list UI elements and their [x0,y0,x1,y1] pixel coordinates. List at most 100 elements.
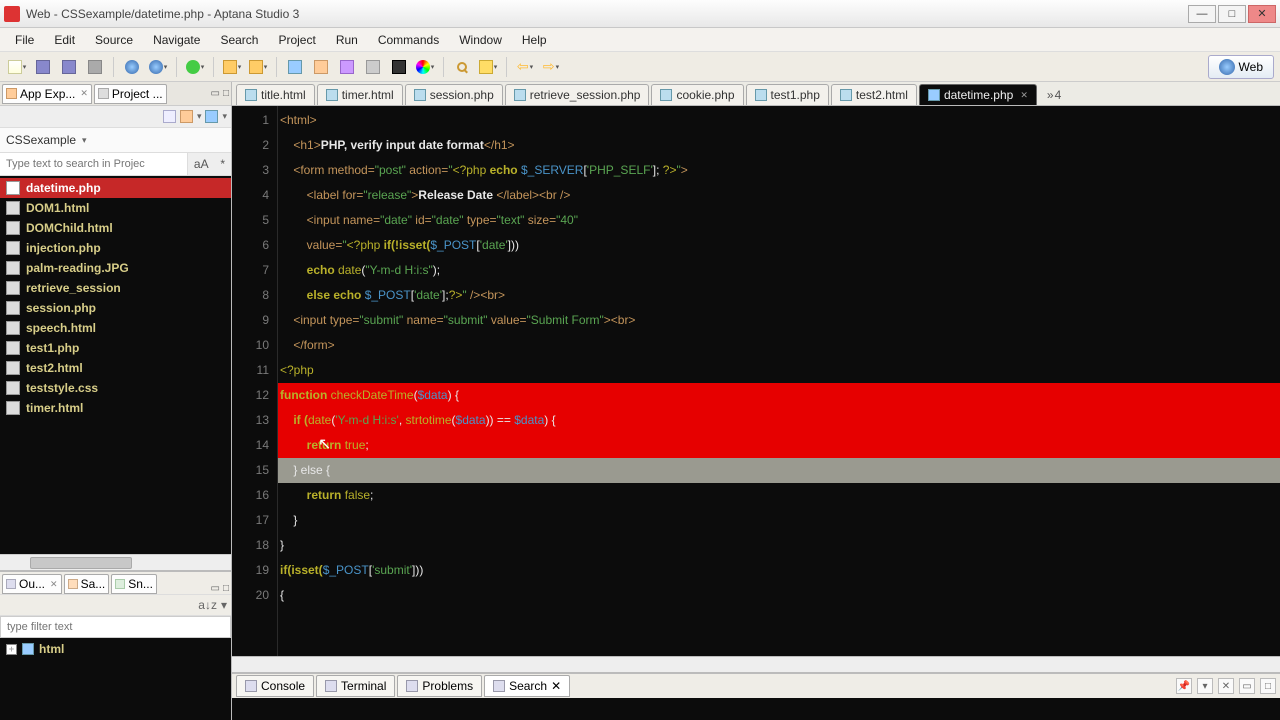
file-item[interactable]: injection.php [0,238,231,258]
file-item[interactable]: speech.html [0,318,231,338]
filter-icon[interactable] [180,110,193,123]
browser-button[interactable] [121,56,143,78]
editor-tab[interactable]: timer.html [317,84,403,105]
maximize-view-icon[interactable]: □ [223,583,229,594]
print-button[interactable] [84,56,106,78]
mark-button[interactable] [477,56,499,78]
samples-tab[interactable]: Sa... [64,574,110,594]
layout-1-button[interactable] [284,56,306,78]
view-menu-icon[interactable]: ▾ [222,111,227,122]
menu-project[interactable]: Project [269,30,324,50]
min-icon[interactable]: ▭ [1239,678,1255,694]
app-explorer-tab[interactable]: App Exp... ✕ [2,84,92,104]
collapse-icon[interactable] [163,110,176,123]
file-item[interactable]: test1.php [0,338,231,358]
editor-tab[interactable]: test1.php [746,84,829,105]
file-item-datetime[interactable]: datetime.php [0,178,231,198]
file-item[interactable]: palm-reading.JPG [0,258,231,278]
file-item[interactable]: DOM1.html [0,198,231,218]
browser-refresh-button[interactable] [147,56,169,78]
menu-edit[interactable]: Edit [45,30,84,50]
chevron-down-icon[interactable]: ▾ [197,111,202,122]
nav-back-button[interactable]: ⇦ [514,56,536,78]
console-tab[interactable]: Console [236,675,314,697]
editor-tabs-overflow[interactable]: »4 [1043,85,1065,105]
file-item[interactable]: test2.html [0,358,231,378]
editor-tab[interactable]: test2.html [831,84,917,105]
menu-run[interactable]: Run [327,30,367,50]
color-button[interactable] [414,56,436,78]
maximize-button[interactable]: □ [1218,5,1246,23]
menu-commands[interactable]: Commands [369,30,448,50]
editor-tab[interactable]: cookie.php [651,84,743,105]
file-tree[interactable]: datetime.php DOM1.html DOMChild.html inj… [0,176,231,554]
minimize-view-icon[interactable]: ▭ [211,583,220,594]
image-file-icon [6,261,20,275]
maximize-view-icon[interactable]: □ [223,88,229,99]
regex-toggle[interactable]: * [220,157,225,171]
run-button[interactable] [184,56,206,78]
nav-fwd-button[interactable]: ⇨ [540,56,562,78]
menu-help[interactable]: Help [513,30,556,50]
code-editor[interactable]: 1234567891011121314151617181920 <html> <… [232,106,1280,656]
minimize-view-icon[interactable]: ▭ [211,88,220,99]
problems-tab[interactable]: Problems [397,675,482,697]
explorer-search-input[interactable] [0,153,187,175]
outline-node-html[interactable]: + html [6,642,225,656]
terminal-tab[interactable]: Terminal [316,675,395,697]
file-item[interactable]: DOMChild.html [0,218,231,238]
project-explorer-tab[interactable]: Project ... [94,84,167,104]
history-icon[interactable]: ▾ [1197,678,1213,694]
case-sensitive-toggle[interactable]: aA [194,157,209,171]
outline-tree[interactable]: + html [0,638,231,720]
layout-5-button[interactable] [388,56,410,78]
layout-2-button[interactable] [310,56,332,78]
project-selector[interactable]: CSSexample [0,128,231,152]
max-icon[interactable]: □ [1260,678,1276,694]
minimize-button[interactable]: — [1188,5,1216,23]
file-item[interactable]: retrieve_session [0,278,231,298]
close-icon[interactable]: ✕ [1020,90,1028,101]
snippets-tab[interactable]: Sn... [111,574,157,594]
clear-icon[interactable]: ✕ [1218,678,1234,694]
search-tab[interactable]: Search✕ [484,675,570,697]
layout-3-button[interactable] [336,56,358,78]
close-icon[interactable]: ✕ [551,679,561,693]
file-item[interactable]: teststyle.css [0,378,231,398]
file-item[interactable]: session.php [0,298,231,318]
open-type-button[interactable] [247,56,269,78]
menu-window[interactable]: Window [450,30,511,50]
layout-4-button[interactable] [362,56,384,78]
save-button[interactable] [32,56,54,78]
new-button[interactable] [6,56,28,78]
tree-horizontal-scrollbar[interactable] [0,554,231,570]
file-item[interactable]: timer.html [0,398,231,418]
editor-horizontal-scrollbar[interactable] [232,656,1280,672]
editor-tab[interactable]: retrieve_session.php [505,84,650,105]
search-button[interactable] [451,56,473,78]
link-icon[interactable] [205,110,218,123]
save-all-button[interactable] [58,56,80,78]
menu-search[interactable]: Search [211,30,267,50]
view-menu-icon[interactable]: ▾ [221,598,227,612]
code-content[interactable]: <html> <h1>PHP, verify input date format… [278,106,1280,656]
pin-icon[interactable]: 📌 [1176,678,1192,694]
editor-tab-active[interactable]: datetime.php✕ [919,84,1037,105]
file-name: retrieve_session [26,281,121,295]
editor-tab[interactable]: session.php [405,84,503,105]
close-button[interactable]: ✕ [1248,5,1276,23]
menu-source[interactable]: Source [86,30,142,50]
sort-icon[interactable]: a↓z [198,598,217,612]
menu-navigate[interactable]: Navigate [144,30,209,50]
menu-file[interactable]: File [6,30,43,50]
close-icon[interactable]: ✕ [80,88,88,99]
outline-tab[interactable]: Ou...✕ [2,574,62,594]
editor-tab[interactable]: title.html [236,84,315,105]
open-button[interactable] [221,56,243,78]
search-options: aA * [187,153,231,175]
element-icon [22,643,34,655]
outline-filter-input[interactable] [0,616,231,638]
expand-icon[interactable]: + [6,644,17,655]
perspective-switcher[interactable]: Web [1208,55,1274,79]
close-icon[interactable]: ✕ [50,579,58,590]
